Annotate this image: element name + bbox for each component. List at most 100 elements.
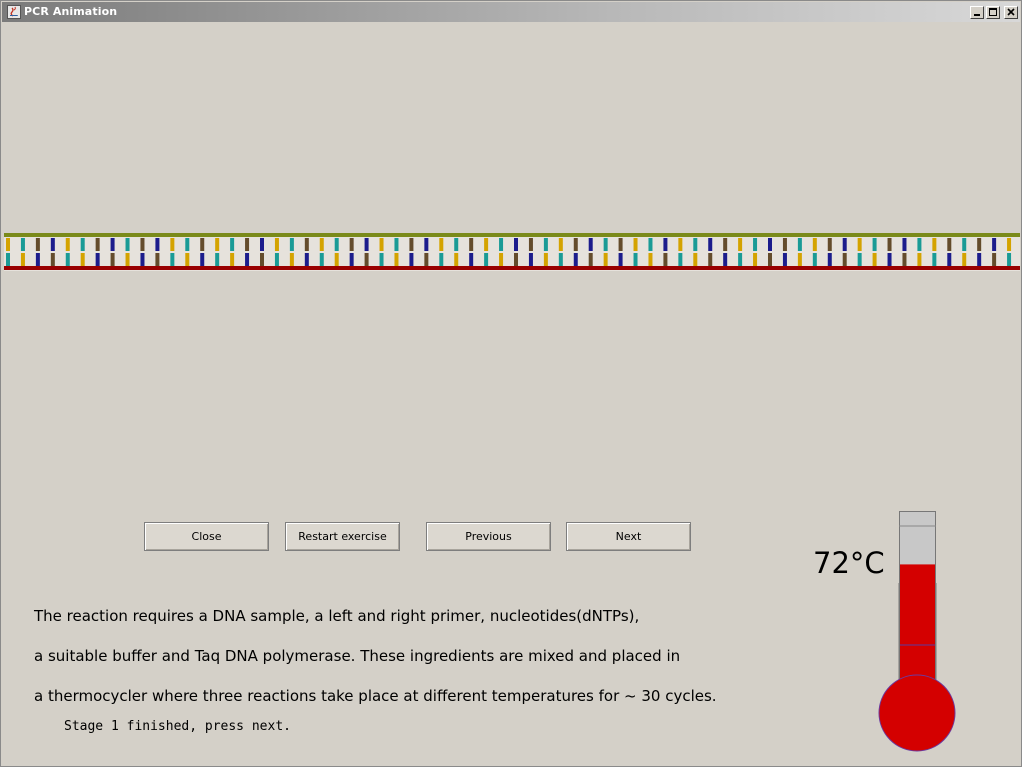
dna-base-top (947, 238, 952, 251)
dna-base-top (633, 238, 638, 251)
dna-base-top (484, 238, 489, 251)
dna-base-bottom (723, 253, 728, 266)
previous-button[interactable]: Previous (426, 522, 551, 551)
dna-base-top (170, 238, 175, 251)
dna-base-bottom (812, 253, 817, 266)
dna-base-bottom (274, 253, 279, 266)
dna-base-bottom (977, 253, 982, 266)
dna-base-bottom (992, 253, 997, 266)
dna-base-bottom (514, 253, 518, 266)
dna-base-top (1007, 238, 1012, 251)
dna-base-bottom (6, 253, 10, 266)
dna-base-top (80, 238, 85, 251)
dna-base-bottom (962, 253, 967, 266)
dna-base-top (364, 238, 369, 251)
description-line-3: a thermocycler where three reactions tak… (34, 687, 717, 705)
dna-base-top (35, 238, 40, 251)
dna-base-bottom (439, 253, 444, 266)
dna-base-top (185, 238, 190, 251)
dna-base-bottom (245, 253, 250, 266)
dna-base-bottom (95, 253, 100, 266)
dna-base-bottom (827, 253, 832, 266)
dna-base-bottom (573, 253, 578, 266)
dna-base-top (902, 238, 907, 251)
close-button[interactable]: Close (144, 522, 269, 551)
temperature-label: 72°C (813, 546, 885, 580)
dna-top-strand (4, 233, 1020, 237)
dna-base-top (439, 238, 444, 251)
dna-base-bottom (319, 253, 324, 266)
pcr-animation-window: PCR Animation Close Restart exercise Pre… (0, 0, 1022, 767)
dna-base-bottom (528, 253, 533, 266)
dna-base-top (693, 238, 698, 251)
dna-base-top (917, 238, 922, 251)
dna-base-top (110, 238, 115, 251)
title-bar[interactable]: PCR Animation (2, 2, 1020, 22)
dna-base-top (409, 238, 414, 251)
dna-base-bottom (80, 253, 85, 266)
dna-base-bottom (364, 253, 369, 266)
dna-base-top (708, 238, 713, 251)
close-window-button[interactable] (1004, 6, 1018, 19)
window-title: PCR Animation (24, 5, 118, 18)
dna-base-bottom (140, 253, 145, 266)
dna-base-top (753, 238, 758, 251)
dna-base-top (155, 238, 160, 251)
dna-base-top (20, 238, 25, 251)
dna-base-bottom (289, 253, 294, 266)
description-line-2: a suitable buffer and Taq DNA polymerase… (34, 647, 681, 665)
dna-base-bottom (170, 253, 175, 266)
dna-base-top (394, 238, 399, 251)
dna-base-bottom (842, 253, 847, 266)
thermometer-bulb (878, 674, 956, 752)
dna-base-top (499, 238, 504, 251)
thermometer-fill (900, 564, 935, 693)
dna-base-bottom (200, 253, 205, 266)
dna-base-bottom (588, 253, 593, 266)
dna-base-top (857, 238, 862, 251)
dna-base-top (887, 238, 892, 251)
next-button[interactable]: Next (566, 522, 691, 551)
dna-base-top (469, 238, 474, 251)
dna-base-bottom (932, 253, 937, 266)
dna-base-bottom (782, 253, 787, 266)
dna-base-top (230, 238, 235, 251)
dna-double-helix (4, 233, 1020, 271)
restart-exercise-button[interactable]: Restart exercise (285, 522, 400, 551)
dna-base-top (245, 238, 250, 251)
dna-base-bottom (454, 253, 459, 266)
dna-base-top (514, 238, 518, 251)
dna-base-top (379, 238, 384, 251)
dna-base-top (6, 238, 10, 251)
dna-base-bottom (558, 253, 563, 266)
dna-base-bottom (65, 253, 70, 266)
dna-base-bottom (872, 253, 877, 266)
minimize-button[interactable] (970, 6, 984, 19)
dna-base-bottom (110, 253, 115, 266)
dna-base-bottom (499, 253, 504, 266)
dna-base-bottom (678, 253, 683, 266)
dna-base-bottom (947, 253, 952, 266)
dna-base-bottom (409, 253, 414, 266)
dna-base-top (797, 238, 802, 251)
dna-base-top (962, 238, 967, 251)
maximize-button[interactable] (986, 6, 1000, 19)
description-line-1: The reaction requires a DNA sample, a le… (34, 607, 640, 625)
dna-base-bottom (708, 253, 713, 266)
dna-base-bottom (125, 253, 130, 266)
thermometer-icon (878, 511, 956, 752)
dna-base-bottom (379, 253, 384, 266)
dna-base-top (140, 238, 145, 251)
dna-base-bottom (20, 253, 25, 266)
status-message: Stage 1 finished, press next. (64, 719, 291, 734)
dna-base-bottom (738, 253, 743, 266)
dna-base-top (65, 238, 70, 251)
dna-base-top (260, 238, 264, 251)
dna-base-top (827, 238, 832, 251)
dna-base-top (782, 238, 787, 251)
dna-base-bottom (155, 253, 160, 266)
dna-base-top (812, 238, 817, 251)
dna-base-top (932, 238, 937, 251)
dna-base-bottom (215, 253, 220, 266)
dna-base-bottom (484, 253, 489, 266)
